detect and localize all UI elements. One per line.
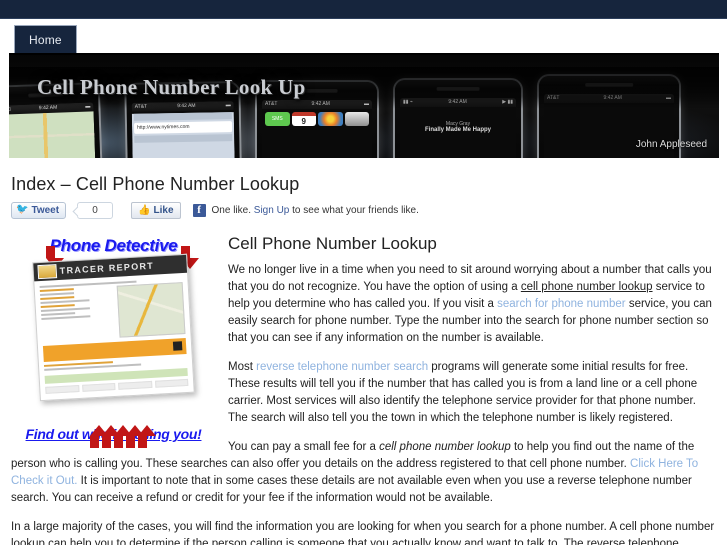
figure-footer-arrows (11, 403, 216, 448)
report-highlight-bar (42, 337, 187, 362)
report-table-cell (154, 378, 189, 388)
carrier-label: AT&T (265, 101, 278, 107)
tweet-button[interactable]: 🐦 Tweet (11, 201, 67, 219)
report-details-column (39, 286, 115, 342)
site-banner: ▮▮▯ 9:42 AM ▬ AT&T 9:42 AM ▬ http://www.… (9, 53, 719, 158)
page-body-strip (134, 134, 233, 143)
battery-icon: ▬ (225, 102, 231, 109)
banner-title: Cell Phone Number Look Up (37, 75, 306, 99)
phone-statusbar: AT&T 9:42 AM ▬ (262, 100, 372, 109)
p3-text-a: You can pay a small fee for a (228, 441, 380, 453)
phone-detective-figure[interactable]: Phone Detective TRACER REPORT Find out w… (11, 236, 216, 448)
carrier-label: AT&T (547, 95, 560, 101)
track-artist: Macy Gray (445, 121, 471, 127)
article-paragraph-3: You can pay a small fee for a cell phone… (11, 439, 717, 507)
report-line (41, 315, 91, 321)
clock-label: 9:42 AM (448, 99, 467, 105)
carrier-label: AT&T (134, 103, 148, 110)
phone-screen: ▮▮▯ 9:42 AM ▬ (9, 102, 96, 158)
phone-screen: AT&T 9:42 AM ▬ http://www.nytimes.com (131, 101, 235, 158)
report-line (40, 299, 90, 305)
phone-screen: ▮▮ ⌁ 9:42 AM ▶ ▮▮ Macy Gray Finally Made… (400, 98, 516, 158)
page-content: Index – Cell Phone Number Lookup 🐦 Tweet… (0, 174, 727, 545)
article-body: Phone Detective TRACER REPORT Find out w… (11, 234, 717, 545)
tracer-report-screenshot[interactable]: TRACER REPORT (32, 253, 195, 402)
safari-screen: http://www.nytimes.com (131, 112, 235, 158)
facebook-signup-link[interactable]: Sign Up (254, 205, 290, 216)
thumbs-up-icon: 👍 (138, 204, 151, 216)
phone-statusbar: AT&T 9:42 AM ▬ (131, 101, 234, 112)
url-bar: http://www.nytimes.com (133, 121, 233, 134)
p2-text-a: Most (228, 361, 257, 373)
contact-name-label: John Appleseed (635, 139, 707, 150)
clock-label: 9:42 AM (311, 101, 330, 107)
page-title: Index – Cell Phone Number Lookup (11, 174, 300, 194)
top-bar (0, 0, 727, 19)
facebook-like-button[interactable]: 👍 Like (131, 201, 181, 219)
camera-app-icon (344, 112, 369, 126)
clock-label: 9:42 AM (177, 102, 196, 110)
search-for-phone-number-link[interactable]: search for phone number (497, 298, 626, 310)
carrier-label: ▮▮ ⌁ (403, 99, 413, 105)
social-context-suffix: to see what your friends like. (289, 204, 419, 216)
now-playing: Macy Gray Finally Made Me Happy (400, 107, 516, 133)
banner-wrapper: ▮▮▯ 9:42 AM ▬ AT&T 9:42 AM ▬ http://www.… (0, 53, 727, 158)
page-header-strip (133, 112, 232, 121)
facebook-logo-icon: f (192, 203, 206, 217)
report-table-cell (118, 380, 152, 390)
track-title: Finally Made Me Happy (424, 127, 491, 133)
clock-label: 9:42 AM (38, 104, 58, 112)
report-line (40, 307, 90, 313)
figure-heading: Phone Detective (49, 236, 178, 255)
tracer-report-body (34, 273, 193, 400)
map-screen (9, 111, 96, 158)
detective-logo-icon (37, 264, 58, 280)
app-icon-grid: SMS 9 (262, 109, 372, 129)
report-table-cell (45, 385, 80, 394)
reverse-telephone-number-search-link[interactable]: reverse telephone number search (256, 361, 428, 373)
battery-icon: ▬ (364, 101, 369, 107)
tweet-button-label: Tweet (31, 204, 60, 216)
like-button-label: Like (153, 204, 174, 216)
social-share-bar: 🐦 Tweet 0 👍 Like f One like. Sign Up to … (11, 200, 717, 220)
phone-speaker-icon (436, 87, 480, 90)
calendar-app-icon: 9 (291, 112, 316, 126)
tweet-count-bubble[interactable]: 0 (77, 201, 114, 219)
tracer-report-title: TRACER REPORT (59, 260, 155, 276)
phone-statusbar: AT&T 9:42 AM ▬ (544, 94, 674, 103)
phone-screen: AT&T 9:42 AM ▬ SMS 9 (262, 100, 372, 158)
twitter-bird-icon: 🐦 (16, 204, 29, 215)
photos-app-icon (318, 112, 343, 126)
clock-label: 9:42 AM (603, 95, 622, 101)
battery-icon: ▬ (85, 103, 91, 110)
banner-phone-music: ▮▮ ⌁ 9:42 AM ▶ ▮▮ Macy Gray Finally Made… (395, 80, 521, 158)
battery-icon: ▬ (666, 95, 671, 101)
p3-emphasis: cell phone number lookup (379, 441, 511, 453)
cell-phone-number-lookup-link[interactable]: cell phone number lookup (521, 281, 653, 293)
primary-navigation: Home (0, 19, 727, 54)
report-map-thumbnail (116, 282, 186, 338)
playback-icon: ▶ ▮▮ (502, 99, 513, 105)
phone-statusbar: ▮▮ ⌁ 9:42 AM ▶ ▮▮ (400, 98, 516, 107)
article-paragraph-4: In a large majority of the cases, you wi… (11, 521, 715, 545)
facebook-social-context: One like. Sign Up to see what your frien… (212, 205, 419, 216)
p3-text-c: It is important to note that in some cas… (11, 475, 692, 504)
like-count-text: One like. (211, 204, 254, 216)
carrier-label: ▮▮▯ (9, 105, 11, 114)
sms-app-icon: SMS (265, 112, 290, 126)
report-table-cell (81, 382, 116, 392)
report-columns (39, 282, 186, 342)
nav-item-home[interactable]: Home (14, 25, 77, 54)
phone-speaker-icon (585, 83, 633, 86)
